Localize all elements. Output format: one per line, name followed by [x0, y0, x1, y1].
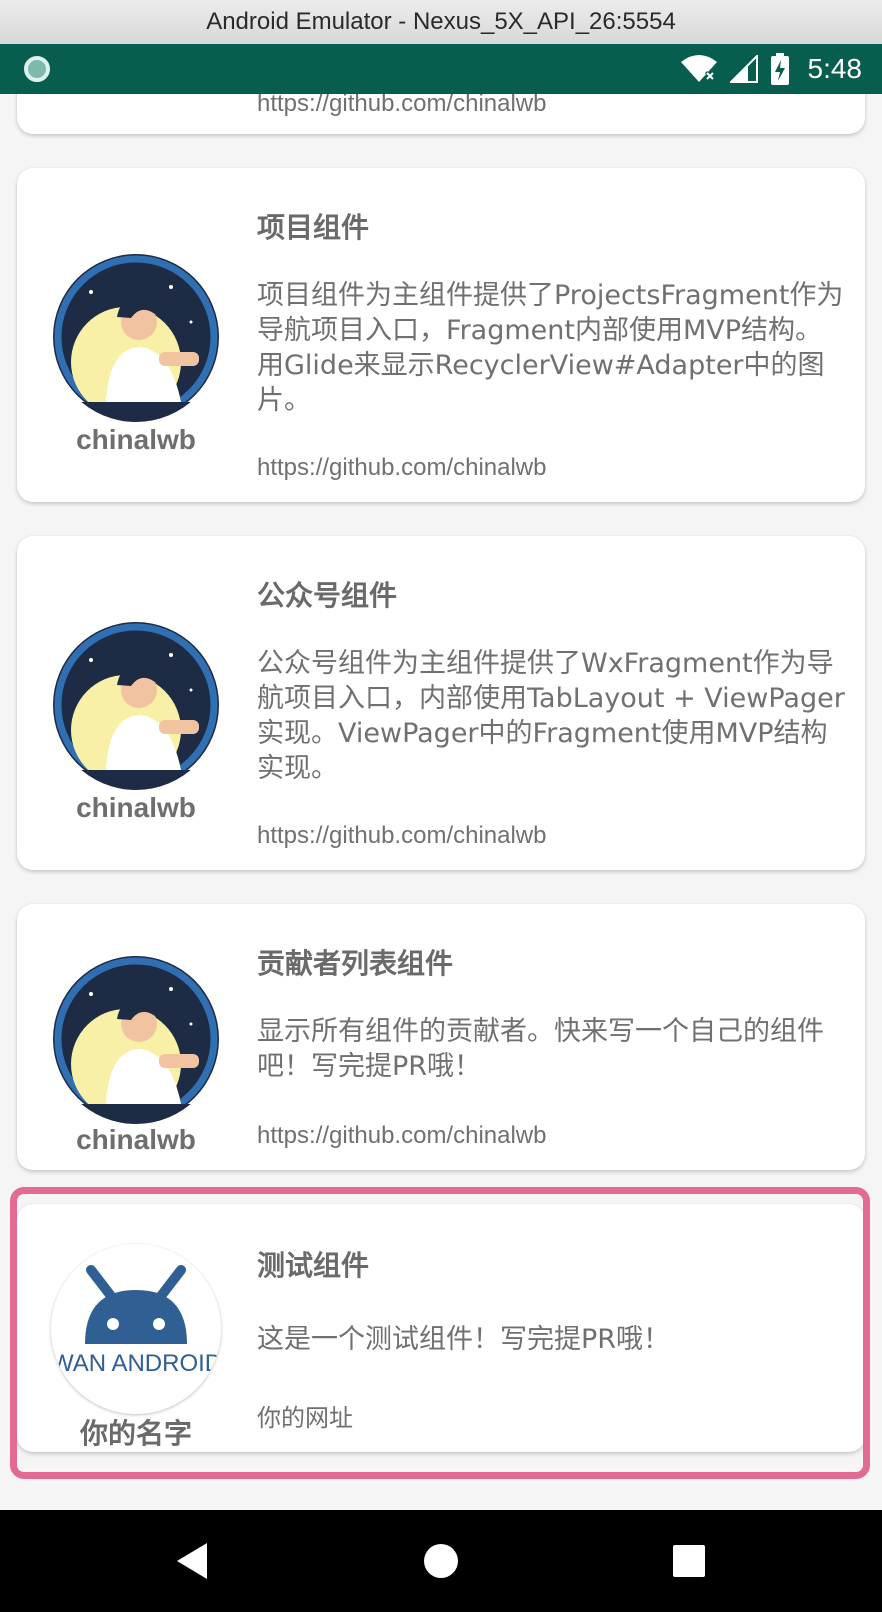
- card-title: 公众号组件: [257, 579, 398, 612]
- card-url[interactable]: https://github.com/chinalwb: [257, 1122, 547, 1150]
- author-avatar: [51, 954, 221, 1124]
- status-bar: 5:48: [0, 44, 882, 94]
- card-title: 测试组件: [257, 1249, 370, 1282]
- author-avatar: [51, 252, 221, 422]
- card-description: 这是一个测试组件！写完提PR哦！: [257, 1324, 671, 1355]
- component-card-wx[interactable]: chinalwb 公众号组件 公众号组件为主组件提供了WxFragment作为导…: [17, 536, 865, 870]
- recents-icon: [673, 1545, 705, 1577]
- notification-icon: [24, 56, 50, 82]
- home-button[interactable]: [416, 1536, 466, 1586]
- status-icons: 5:48: [680, 44, 863, 94]
- card-description: 公众号组件为主组件提供了WxFragment作为导航项目入口，内部使用TabLa…: [257, 648, 845, 784]
- window-title: Android Emulator - Nexus_5X_API_26:5554: [206, 8, 676, 35]
- component-card-test[interactable]: WAN ANDROID 你的名字 测试组件 这是一个测试组件！写完提PR哦！ 你…: [17, 1204, 865, 1452]
- android-robot-icon: [51, 1244, 221, 1414]
- component-card-contributors[interactable]: chinalwb 贡献者列表组件 显示所有组件的贡献者。快来写一个自己的组件吧！…: [17, 904, 865, 1170]
- card-description: 项目组件为主组件提供了ProjectsFragment作为导航项目入口，Frag…: [257, 280, 844, 416]
- author-name: chinalwb: [76, 424, 196, 455]
- battery-charging-icon: [770, 53, 789, 85]
- navigation-bar: [0, 1510, 882, 1612]
- card-url[interactable]: https://github.com/chinalwb: [257, 94, 547, 118]
- recents-button[interactable]: [664, 1536, 714, 1586]
- component-card-projects[interactable]: chinalwb 项目组件 项目组件为主组件提供了ProjectsFragmen…: [17, 168, 865, 502]
- author-name: 你的名字: [79, 1418, 192, 1449]
- component-card-partial[interactable]: https://github.com/chinalwb: [17, 94, 865, 134]
- status-time: 5:48: [807, 53, 863, 84]
- card-description: 显示所有组件的贡献者。快来写一个自己的组件吧！写完提PR哦！: [257, 1016, 824, 1082]
- card-url[interactable]: 你的网址: [257, 1398, 353, 1433]
- component-list[interactable]: https://github.com/chinalwb chinalwb 项目组…: [0, 94, 882, 1510]
- emulator-window-titlebar: Android Emulator - Nexus_5X_API_26:5554: [0, 0, 882, 45]
- signal-icon: [729, 55, 758, 83]
- card-title: 贡献者列表组件: [257, 947, 454, 980]
- author-name: chinalwb: [76, 1124, 196, 1155]
- home-icon: [424, 1544, 458, 1578]
- wifi-icon: [680, 55, 717, 82]
- back-icon: [177, 1543, 207, 1579]
- author-avatar: [51, 620, 221, 790]
- author-name: chinalwb: [76, 792, 196, 823]
- card-url[interactable]: https://github.com/chinalwb: [257, 454, 547, 482]
- android-logo-avatar: WAN ANDROID: [51, 1244, 221, 1414]
- back-button[interactable]: [168, 1536, 218, 1586]
- card-url[interactable]: https://github.com/chinalwb: [257, 822, 547, 850]
- card-title: 项目组件: [257, 211, 370, 244]
- logo-text: WAN ANDROID: [51, 1350, 221, 1377]
